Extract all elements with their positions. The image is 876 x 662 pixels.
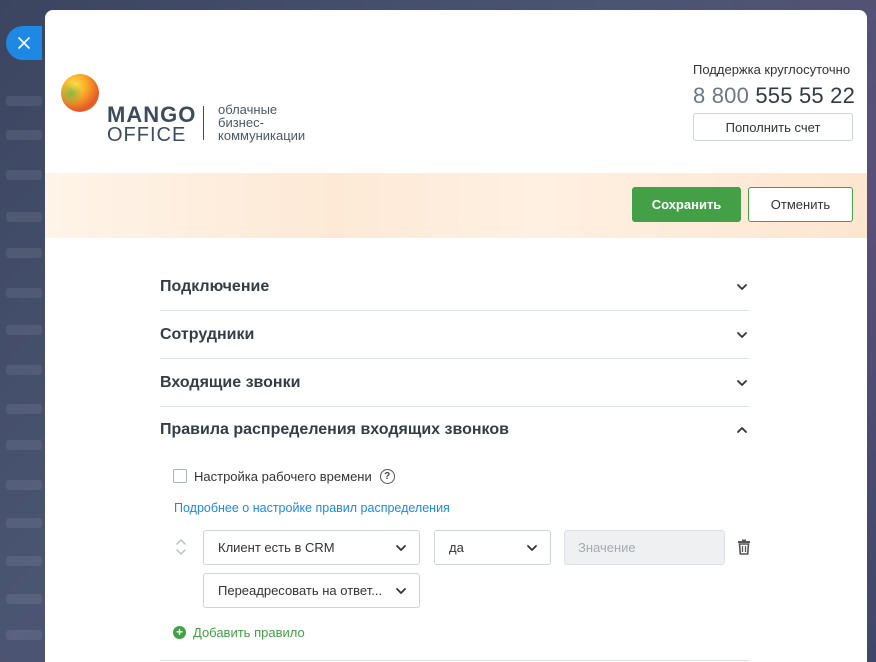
action-value: Переадресовать на ответ... [218, 583, 383, 598]
section-divider [160, 660, 750, 661]
work-time-label: Настройка рабочего времени [194, 468, 372, 484]
phone-prefix: 8 800 [693, 83, 750, 108]
settings-modal: MANGO OFFICE облачные бизнес- коммуникац… [45, 10, 867, 662]
work-time-checkbox[interactable] [173, 469, 187, 483]
tagline-line: коммуникации [218, 128, 306, 143]
section-distribution-rules[interactable]: Правила распределения входящих звонков [160, 407, 750, 453]
close-icon [18, 37, 30, 49]
background-row [6, 556, 42, 566]
background-row [6, 248, 42, 258]
operator-select[interactable]: да [434, 530, 551, 565]
value-input[interactable] [564, 530, 725, 565]
modal-header: MANGO OFFICE облачные бизнес- коммуникац… [45, 10, 867, 173]
settings-accordion: Подключение Сотрудники Входящие звонки П… [160, 264, 750, 640]
background-row [6, 518, 42, 528]
save-button[interactable]: Сохранить [632, 187, 741, 222]
section-employees[interactable]: Сотрудники [160, 311, 750, 359]
action-bar: Сохранить Отменить [45, 173, 867, 238]
condition-select[interactable]: Клиент есть в CRM [203, 530, 420, 565]
work-time-setting: Настройка рабочего времени ? [160, 461, 750, 491]
cancel-button[interactable]: Отменить [748, 187, 853, 222]
chevron-down-icon [737, 284, 747, 290]
chevron-up-icon [737, 427, 747, 433]
section-connection[interactable]: Подключение [160, 264, 750, 311]
logo-name-line2: OFFICE [107, 124, 187, 146]
logo-divider [203, 106, 204, 140]
chevron-down-icon [527, 544, 537, 551]
support-block: Поддержка круглосуточно 8 800 555 55 22 … [693, 62, 856, 141]
support-phone: 8 800 555 55 22 [693, 83, 856, 109]
background-row [6, 96, 42, 106]
background-row [6, 365, 42, 375]
add-icon: + [173, 626, 186, 639]
background-row [6, 594, 42, 604]
condition-value: Клиент есть в CRM [218, 540, 335, 555]
chevron-down-icon [737, 379, 747, 386]
section-title: Входящие звонки [160, 373, 301, 391]
background-row [6, 288, 42, 298]
help-icon[interactable]: ? [379, 468, 395, 484]
section-title: Правила распределения входящих звонков [160, 421, 509, 438]
background-row [6, 212, 42, 222]
background-list [0, 0, 45, 662]
chevron-down-icon [737, 331, 747, 338]
topup-button[interactable]: Пополнить счет [693, 113, 853, 141]
background-row [6, 130, 42, 140]
logo-tagline: облачные бизнес- коммуникации [218, 103, 348, 142]
support-label: Поддержка круглосуточно [693, 62, 851, 77]
section-title: Подключение [160, 278, 270, 295]
add-rule-label: Добавить правило [193, 625, 305, 640]
rules-info-link[interactable]: Подробнее о настройке правил распределен… [174, 501, 750, 515]
reorder-icon[interactable] [175, 538, 187, 556]
background-row [6, 325, 42, 335]
operator-value: да [449, 540, 464, 555]
chevron-down-icon [396, 587, 406, 594]
distribution-rule: Клиент есть в CRM да Переадресовать н [160, 530, 750, 640]
background-row [6, 630, 42, 640]
action-select[interactable]: Переадресовать на ответ... [203, 573, 420, 608]
phone-number: 555 55 22 [755, 83, 856, 108]
section-title: Сотрудники [160, 325, 255, 343]
background-row [6, 404, 42, 414]
background-row [6, 480, 42, 490]
background-row [6, 440, 42, 450]
close-button[interactable] [6, 26, 42, 60]
logo-ball-icon [61, 74, 99, 112]
add-rule-button[interactable]: + Добавить правило [173, 625, 305, 640]
section-incoming-calls[interactable]: Входящие звонки [160, 359, 750, 407]
background-row [6, 170, 42, 180]
trash-icon[interactable] [737, 539, 751, 555]
chevron-down-icon [396, 544, 406, 551]
logo-name-line1: MANGO [107, 102, 197, 127]
